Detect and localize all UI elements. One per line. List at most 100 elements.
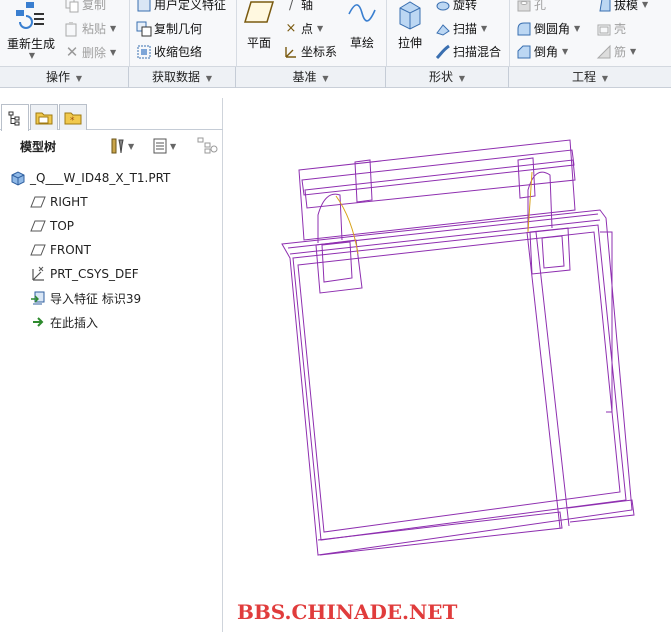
- hole-button[interactable]: 孔: [516, 0, 546, 13]
- model-wireframe[interactable]: [224, 88, 671, 632]
- list-icon: [153, 138, 167, 154]
- extrude-button[interactable]: 拉伸: [391, 0, 429, 51]
- chevron-down-icon[interactable]: ▼: [317, 24, 323, 33]
- chevron-down-icon[interactable]: ▼: [574, 24, 580, 33]
- csys-label: 坐标系: [301, 45, 338, 59]
- chevron-down-icon[interactable]: ▼: [481, 24, 487, 33]
- tools-icon: [111, 138, 124, 154]
- shell-button[interactable]: 壳: [596, 20, 626, 37]
- tree-filter-button[interactable]: [197, 136, 219, 156]
- tree-item-label: 导入特征 标识39: [50, 291, 142, 306]
- tree-item-front[interactable]: FRONT: [30, 239, 91, 261]
- shell-icon: [597, 24, 611, 35]
- tree-item-part[interactable]: _Q___W_ID48_X_T1.PRT: [10, 167, 170, 189]
- chevron-down-icon[interactable]: ▼: [170, 142, 176, 151]
- tree-item-csys[interactable]: PRT_CSYS_DEF: [30, 263, 139, 285]
- graphics-window[interactable]: [224, 88, 671, 632]
- group-datum[interactable]: 基准 ▼: [236, 67, 386, 88]
- chevron-down-icon[interactable]: ▼: [6, 51, 58, 60]
- sketch-button[interactable]: 草绘: [344, 0, 380, 51]
- tree-item-label: 在此插入: [50, 315, 99, 330]
- model-tree-title: 模型树: [20, 140, 57, 154]
- bottom-lip: [317, 511, 563, 556]
- draft-button[interactable]: 拔模 ▼: [596, 0, 648, 13]
- point-button[interactable]: × 点 ▼: [283, 20, 324, 37]
- tree-settings-button[interactable]: ▼: [108, 136, 134, 156]
- copy-label: 复制: [82, 0, 107, 12]
- tree-item-right[interactable]: RIGHT: [30, 191, 88, 213]
- tab-favorites[interactable]: *: [59, 104, 87, 130]
- tab-model-tree[interactable]: [1, 104, 29, 131]
- shrinkwrap-icon: [137, 45, 151, 58]
- tree-show-button[interactable]: ▼: [152, 136, 176, 156]
- paste-button[interactable]: 粘贴 ▼: [64, 20, 116, 37]
- datum-plane-icon: [243, 1, 275, 23]
- divider-line: [526, 231, 561, 529]
- left-arch: [317, 193, 343, 243]
- copy-geometry-button[interactable]: 复制几何: [136, 20, 202, 37]
- draft-icon: [599, 0, 611, 11]
- group-operations-label: 操作: [46, 70, 71, 84]
- upper-block-outline: [298, 139, 576, 241]
- hole-icon: [517, 0, 531, 11]
- chevron-down-icon[interactable]: ▼: [128, 142, 134, 151]
- group-get-data-label: 获取数据: [152, 70, 201, 84]
- chevron-down-icon: ▼: [75, 74, 82, 83]
- plane-button[interactable]: 平面: [240, 0, 278, 51]
- revolve-label: 旋转: [453, 0, 478, 12]
- favorites-icon: *: [64, 112, 82, 126]
- group-operations[interactable]: 操作 ▼: [0, 67, 129, 88]
- tree-item-label: _Q___W_ID48_X_T1.PRT: [30, 171, 171, 185]
- draft-label: 拔模: [614, 0, 639, 12]
- sweep-icon: [436, 23, 450, 36]
- shrinkwrap-button[interactable]: 收缩包络: [136, 43, 202, 60]
- csys-button[interactable]: 坐标系: [283, 43, 337, 60]
- paste-icon: [65, 21, 77, 36]
- notch-left: [354, 159, 373, 203]
- revolve-button[interactable]: 旋转: [435, 0, 477, 13]
- chevron-down-icon[interactable]: ▼: [110, 48, 116, 57]
- separator: [509, 0, 510, 66]
- rib-button[interactable]: 筋 ▼: [596, 43, 636, 60]
- extrude-icon: [399, 1, 421, 30]
- paste-label: 粘贴: [82, 22, 107, 36]
- separator: [129, 0, 130, 66]
- regenerate-icon: [16, 2, 44, 29]
- tree-item-insert-here[interactable]: 在此插入: [30, 311, 98, 333]
- copy-button[interactable]: 复制: [64, 0, 106, 13]
- chevron-down-icon[interactable]: ▼: [562, 47, 568, 56]
- csys-icon: [285, 46, 296, 58]
- group-get-data[interactable]: 获取数据 ▼: [129, 67, 236, 88]
- axis-button[interactable]: / 轴: [283, 0, 313, 13]
- copy-geometry-icon: [136, 21, 152, 36]
- regenerate-button[interactable]: 重新生成 ▼: [4, 0, 58, 60]
- plane-label: 平面: [246, 36, 271, 50]
- regenerate-label: 重新生成: [6, 37, 55, 51]
- chevron-down-icon[interactable]: ▼: [642, 0, 648, 9]
- main-body-inner: [292, 224, 627, 541]
- tree-item-label: FRONT: [50, 243, 91, 257]
- navigator-panel: * 模型树 ▼ ▼ _Q___W_ID48_X_T1.PRT RIGHT TOP: [0, 98, 223, 632]
- group-engineering[interactable]: 工程 ▼: [509, 67, 671, 88]
- user-defined-feature-button[interactable]: 用户定义特征: [136, 0, 226, 13]
- chevron-down-icon[interactable]: ▼: [630, 47, 636, 56]
- tree-item-top[interactable]: TOP: [30, 215, 74, 237]
- swept-blend-button[interactable]: 扫描混合: [435, 43, 501, 60]
- axis-icon: /: [288, 0, 294, 12]
- chevron-down-icon: ▼: [322, 74, 329, 83]
- tree-item-label: PRT_CSYS_DEF: [50, 267, 139, 281]
- swept-blend-icon: [435, 44, 450, 59]
- filter-icon: [197, 137, 218, 154]
- model-tree-toolbar: 模型树 ▼ ▼: [0, 134, 223, 158]
- chamfer-button[interactable]: 倒角 ▼: [516, 43, 568, 60]
- chamfer-label: 倒角: [534, 45, 559, 59]
- chevron-down-icon[interactable]: ▼: [110, 24, 116, 33]
- delete-button[interactable]: ✕ 删除 ▼: [64, 43, 116, 61]
- group-shapes[interactable]: 形状 ▼: [386, 67, 509, 88]
- round-button[interactable]: 倒圆角 ▼: [516, 20, 580, 37]
- tab-folder-browser[interactable]: [30, 104, 58, 130]
- tree-item-import-feature[interactable]: 导入特征 标识39: [30, 287, 141, 309]
- udf-icon: [137, 0, 151, 11]
- sweep-button[interactable]: 扫描 ▼: [435, 20, 487, 37]
- chamfer-icon: [517, 45, 531, 58]
